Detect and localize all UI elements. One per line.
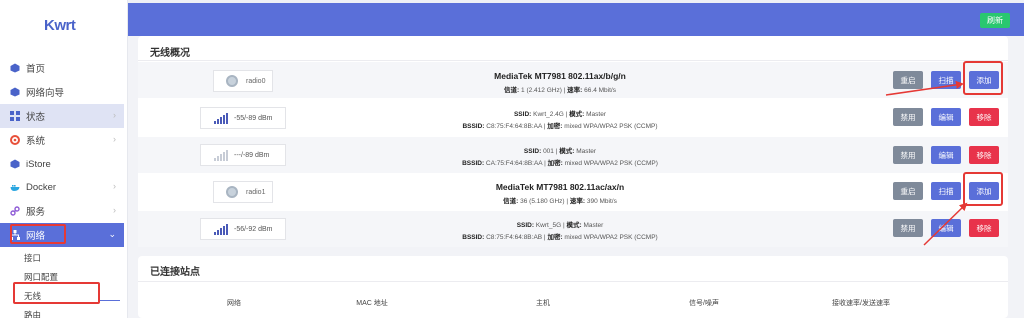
signal-value: ---/-89 dBm	[234, 151, 270, 159]
cube-icon	[10, 63, 20, 73]
add-network-button[interactable]: 添加	[969, 182, 999, 200]
active-underline	[100, 300, 120, 301]
sidebar-item-system[interactable]: 系统 ›	[0, 128, 124, 152]
chevron-right-icon: ›	[113, 134, 116, 144]
edit-button[interactable]: 编辑	[931, 219, 961, 237]
edit-button[interactable]: 编辑	[931, 108, 961, 126]
sidebar-item-label: 系统	[26, 136, 46, 147]
scan-button[interactable]: 扫描	[931, 71, 961, 89]
scan-button[interactable]: 扫描	[931, 182, 961, 200]
remove-button[interactable]: 移除	[969, 219, 999, 237]
docker-icon	[10, 182, 20, 192]
sidebar-item-istore[interactable]: iStore	[0, 152, 124, 176]
sidebar-item-network-wizard[interactable]: 网络向导	[0, 80, 124, 104]
sidebar-item-services[interactable]: 服务 ›	[0, 199, 124, 223]
connected-stations-title: 已连接站点	[150, 267, 200, 278]
signal-strong-icon	[214, 112, 228, 124]
chevron-right-icon: ›	[113, 205, 116, 215]
sidebar-item-status[interactable]: 状态 ›	[0, 104, 124, 128]
radio-device-icon	[226, 186, 238, 198]
network-ssid-info: SSID: 001 | 模式: Master	[523, 148, 597, 155]
edit-button[interactable]: 编辑	[931, 146, 961, 164]
gear-icon	[10, 135, 20, 145]
radio-device-name: MediaTek MT7981 802.11ac/ax/n	[495, 182, 625, 192]
radio-name: radio1	[246, 188, 266, 196]
sidebar-item-label: 网络向导	[26, 88, 65, 99]
network-ssid-info: SSID: Kwrt_2.4G | 模式: Master	[513, 111, 607, 118]
radio-name: radio0	[246, 77, 266, 85]
sidebar-item-docker[interactable]: Docker ›	[0, 175, 124, 199]
column-header-rx-tx-rate: 接收速率/发送速率	[832, 300, 890, 307]
network-bssid-info: BSSID: C8:75:F4:64:8B:AA | 加密: mixed WPA…	[462, 123, 658, 130]
disable-button[interactable]: 禁用	[893, 108, 923, 126]
disable-button[interactable]: 禁用	[893, 146, 923, 164]
refresh-button[interactable]: 刷新	[980, 13, 1010, 28]
sidebar-item-label: 状态	[26, 112, 46, 123]
radio-badge: radio0	[213, 70, 273, 92]
annotation-box-network	[10, 224, 66, 244]
sidebar: Kwrt 首页 网络向导 状态 › 系统 › iStore Docker › 服…	[0, 0, 128, 318]
restart-button[interactable]: 重启	[893, 182, 923, 200]
sidebar-subitem-routes[interactable]: 路由	[24, 309, 41, 318]
remove-button[interactable]: 移除	[969, 108, 999, 126]
dashboard-icon	[10, 111, 20, 121]
radio-device-name: MediaTek MT7981 802.11ax/b/g/n	[494, 71, 626, 81]
signal-badge: ---/-89 dBm	[200, 144, 286, 166]
header-band	[128, 0, 1024, 36]
sidebar-item-label: 首页	[26, 64, 46, 75]
network-ssid-info: SSID: Kwrt_5G | 模式: Master	[516, 222, 604, 229]
divider	[138, 60, 1008, 61]
column-header-mac: MAC 地址	[356, 300, 388, 307]
signal-strong-icon	[214, 223, 228, 235]
signal-none-icon	[214, 149, 228, 161]
add-network-button[interactable]: 添加	[969, 71, 999, 89]
signal-value: -55/-89 dBm	[234, 114, 273, 122]
sidebar-item-label: Docker	[26, 181, 57, 193]
disable-button[interactable]: 禁用	[893, 219, 923, 237]
radio-channel-info: 信道: 1 (2.412 GHz) | 速率: 66.4 Mbit/s	[504, 87, 616, 94]
cube-icon	[10, 87, 20, 97]
wireless-overview-title: 无线概况	[150, 48, 190, 59]
sidebar-item-home[interactable]: 首页	[0, 56, 124, 80]
network-bssid-info: BSSID: C8:75:F4:64:8B:AB | 加密: mixed WPA…	[462, 234, 658, 241]
top-strip	[128, 0, 1024, 3]
signal-badge: -55/-89 dBm	[200, 107, 286, 129]
sidebar-item-label: 服务	[26, 207, 46, 218]
cube-icon	[10, 159, 20, 169]
remove-button[interactable]: 移除	[969, 146, 999, 164]
column-header-network: 网络	[227, 300, 241, 307]
signal-value: -56/-92 dBm	[234, 225, 273, 233]
signal-badge: -56/-92 dBm	[200, 218, 286, 240]
annotation-box-wireless	[13, 282, 100, 304]
sidebar-subitem-interfaces[interactable]: 接口	[24, 252, 41, 264]
restart-button[interactable]: 重启	[893, 71, 923, 89]
chevron-right-icon: ›	[113, 110, 116, 120]
app-logo: Kwrt	[44, 17, 76, 34]
column-header-signal-noise: 信号/噪声	[689, 300, 719, 307]
radio-device-icon	[226, 75, 238, 87]
network-bssid-info: BSSID: CA:75:F4:64:8B:AA | 加密: mixed WPA…	[462, 160, 658, 167]
sidebar-item-label: iStore	[26, 158, 51, 170]
chevron-right-icon: ›	[113, 181, 116, 191]
link-icon	[10, 206, 20, 216]
chevron-down-icon: ⌄	[108, 229, 116, 239]
radio-badge: radio1	[213, 181, 273, 203]
divider	[138, 281, 1008, 282]
column-header-host: 主机	[536, 300, 550, 307]
connected-stations-card	[138, 256, 1008, 318]
radio-channel-info: 信道: 36 (5.180 GHz) | 速率: 390 Mbit/s	[503, 198, 617, 205]
